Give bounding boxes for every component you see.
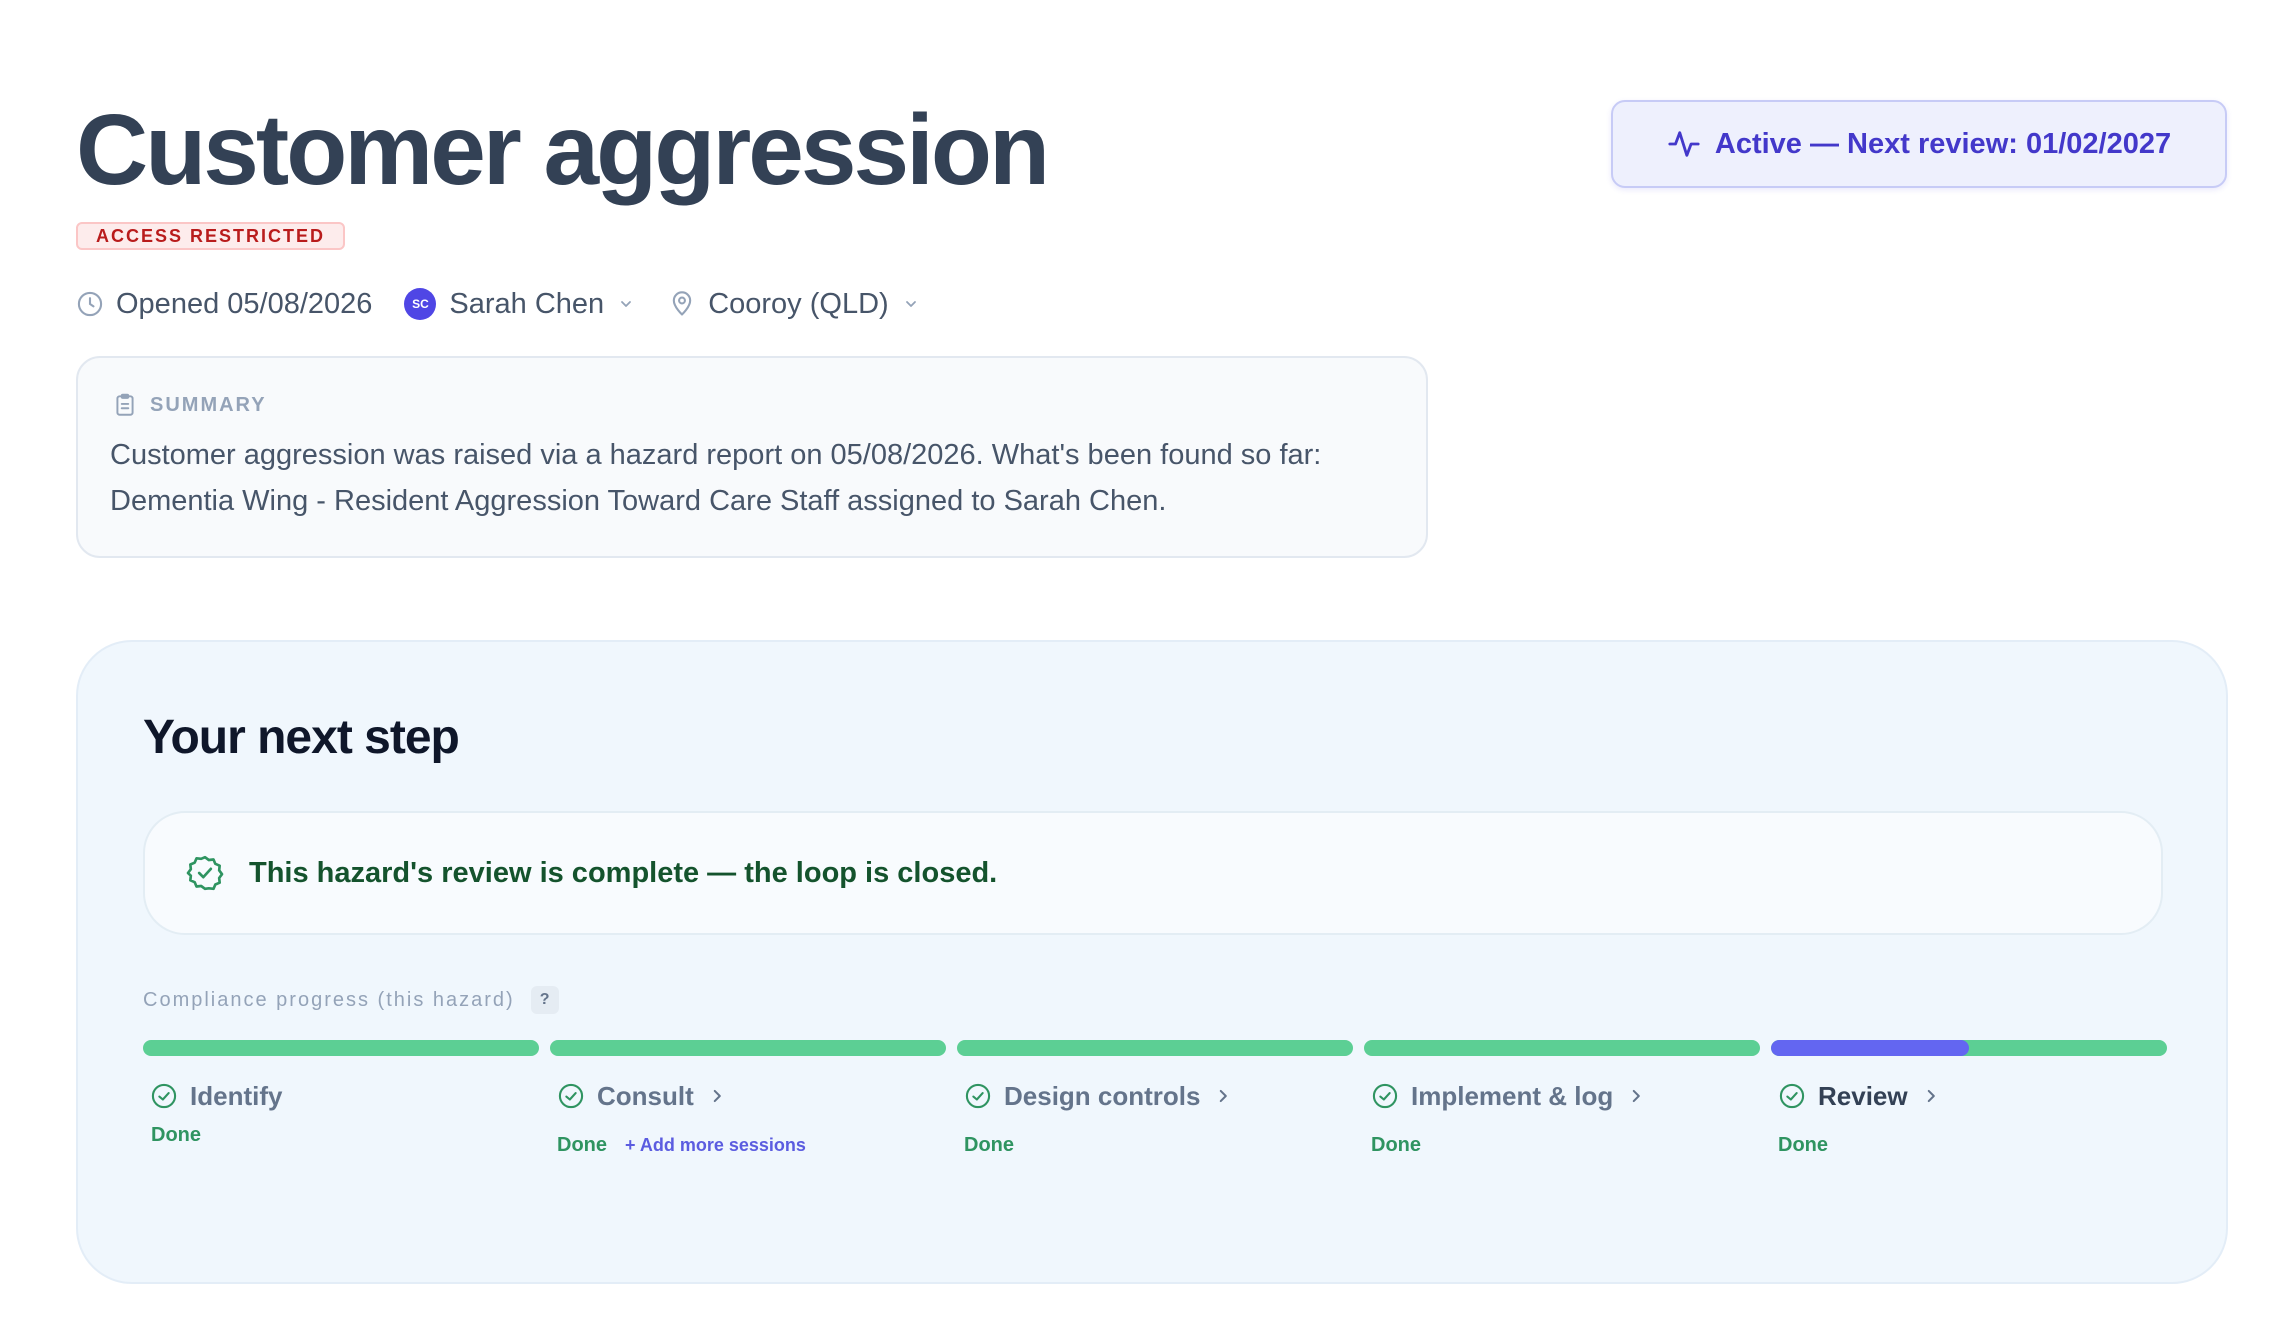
step-implement-log[interactable]: Implement & log xyxy=(1371,1078,1645,1114)
step-design-controls[interactable]: Design controls xyxy=(964,1078,1232,1114)
meta-row: Opened 05/08/2026 SC Sarah Chen Cooroy (… xyxy=(76,284,919,324)
check-circle-icon xyxy=(1778,1082,1806,1110)
status-pill[interactable]: Active — Next review: 01/02/2027 xyxy=(1611,100,2227,188)
check-circle-icon xyxy=(150,1082,178,1110)
step-status-text: Done xyxy=(557,1134,607,1156)
assignee-name: Sarah Chen xyxy=(449,287,605,320)
step-status-text: Done xyxy=(964,1134,1014,1156)
chevron-right-icon xyxy=(1922,1087,1940,1105)
badge-check-icon xyxy=(185,853,225,893)
check-circle-icon xyxy=(1371,1082,1399,1110)
step-status-text: Done xyxy=(151,1124,201,1146)
chevron-right-icon xyxy=(1214,1087,1232,1105)
step-status-text: Done xyxy=(1371,1134,1421,1156)
opened-date: Opened 05/08/2026 xyxy=(76,288,372,321)
step-consult[interactable]: Consult xyxy=(557,1078,726,1114)
step-label: Consult xyxy=(597,1080,694,1111)
chevron-down-icon xyxy=(618,296,634,312)
access-restricted-badge: ACCESS RESTRICTED xyxy=(76,222,346,250)
summary-label: SUMMARY xyxy=(150,393,267,416)
step-status-review: Done xyxy=(1778,1134,1828,1157)
review-complete-message: This hazard's review is complete — the l… xyxy=(249,856,998,889)
step-label: Design controls xyxy=(1004,1080,1201,1111)
location-select[interactable]: Cooroy (QLD) xyxy=(668,288,919,321)
add-more-sessions-link[interactable]: + Add more sessions xyxy=(625,1135,806,1156)
step-progress-bar-review xyxy=(1771,1040,2167,1056)
step-progress-bar-implement-log xyxy=(1364,1040,1760,1056)
chevron-down-icon xyxy=(903,296,919,312)
clipboard-icon xyxy=(112,392,138,418)
chevron-right-icon xyxy=(708,1087,726,1105)
summary-heading: SUMMARY xyxy=(112,392,267,418)
activity-icon xyxy=(1667,127,1701,161)
map-pin-icon xyxy=(668,290,696,318)
compliance-progress-text: Compliance progress (this hazard) xyxy=(143,988,515,1011)
step-label: Review xyxy=(1818,1080,1908,1111)
compliance-progress-label: Compliance progress (this hazard) ? xyxy=(143,986,559,1014)
chevron-right-icon xyxy=(1627,1087,1645,1105)
assignee-select[interactable]: SC Sarah Chen xyxy=(404,288,634,321)
page-title: Customer aggression xyxy=(76,94,1050,206)
step-label: Identify xyxy=(190,1080,283,1111)
check-circle-icon xyxy=(557,1082,585,1110)
next-step-title: Your next step xyxy=(143,711,460,764)
step-status-consult: Done + Add more sessions xyxy=(557,1134,806,1157)
check-circle-icon xyxy=(964,1082,992,1110)
step-progress-bar-design-controls xyxy=(957,1040,1353,1056)
step-label: Implement & log xyxy=(1411,1080,1614,1111)
step-status-design-controls: Done xyxy=(964,1134,1014,1157)
step-status-text: Done xyxy=(1778,1134,1828,1156)
opened-date-label: Opened 05/08/2026 xyxy=(116,287,373,320)
step-status-identify: Done xyxy=(151,1124,201,1147)
step-progress-bar-consult xyxy=(550,1040,946,1056)
step-identify: Identify xyxy=(150,1078,282,1114)
step-status-implement-log: Done xyxy=(1371,1134,1421,1157)
step-progress-bar-identify xyxy=(143,1040,539,1056)
review-complete-banner: This hazard's review is complete — the l… xyxy=(143,811,2163,935)
clock-icon xyxy=(76,290,104,318)
summary-text: Customer aggression was raised via a haz… xyxy=(110,439,1322,517)
step-current-marker xyxy=(1771,1040,1969,1056)
location-name: Cooroy (QLD) xyxy=(708,287,889,320)
status-pill-label: Active — Next review: 01/02/2027 xyxy=(1714,127,2172,160)
help-button[interactable]: ? xyxy=(530,986,559,1014)
avatar: SC xyxy=(404,288,437,320)
step-review[interactable]: Review xyxy=(1778,1078,1940,1114)
